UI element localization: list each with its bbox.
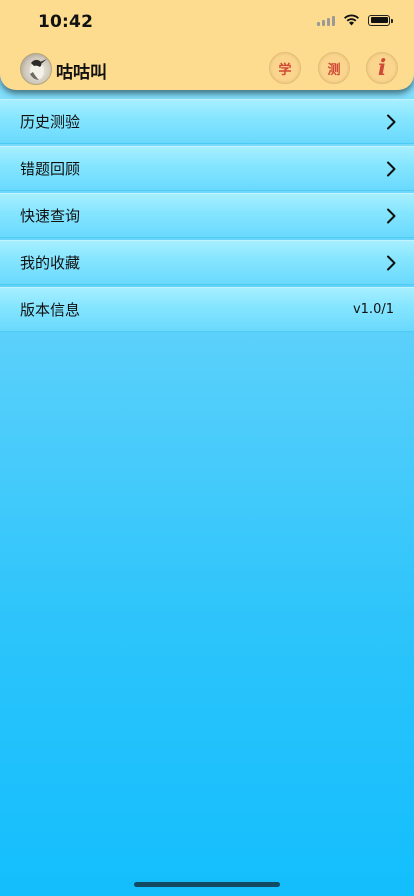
battery-icon: [368, 14, 393, 26]
app-title: 咕咕叫: [56, 63, 107, 83]
menu-item-label: 历史测验: [20, 113, 81, 131]
app-logo-avatar: [20, 53, 52, 85]
home-indicator[interactable]: [134, 882, 280, 887]
menu-item-label: 版本信息: [20, 301, 81, 319]
menu-item-favorites[interactable]: 我的收藏: [0, 240, 414, 285]
chevron-right-icon: [387, 161, 396, 176]
app-header: 10:42 咕咕叫 学 测 i: [0, 0, 414, 90]
info-button[interactable]: i: [366, 52, 398, 84]
cellular-signal-icon: [317, 15, 335, 26]
menu-item-quick-search[interactable]: 快速查询: [0, 193, 414, 238]
menu-item-mistake-review[interactable]: 错题回顾: [0, 146, 414, 191]
status-icons: [317, 14, 393, 26]
chevron-right-icon: [387, 208, 396, 223]
menu-item-version-info[interactable]: 版本信息 v1.0/1: [0, 287, 414, 332]
status-time: 10:42: [38, 12, 94, 32]
menu-list: 历史测验 错题回顾 快速查询 我的收藏 版本信息 v1.0/1: [0, 99, 414, 334]
menu-item-label: 我的收藏: [20, 254, 81, 272]
menu-item-label: 错题回顾: [20, 160, 81, 178]
menu-item-label: 快速查询: [20, 207, 81, 225]
chevron-right-icon: [387, 114, 396, 129]
chevron-right-icon: [387, 255, 396, 270]
menu-item-history-quiz[interactable]: 历史测验: [0, 99, 414, 144]
version-value: v1.0/1: [352, 302, 394, 317]
wifi-icon: [344, 14, 359, 26]
test-button[interactable]: 测: [318, 52, 350, 84]
study-button[interactable]: 学: [269, 52, 301, 84]
